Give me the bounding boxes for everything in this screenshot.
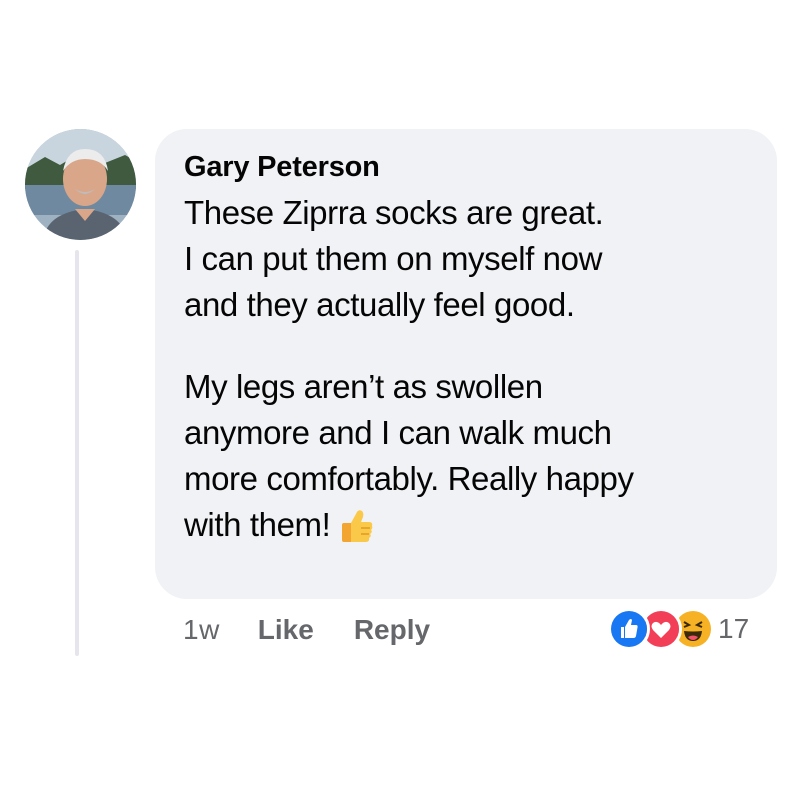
comment-bubble: Gary Peterson These Ziprra socks are gre…: [155, 129, 777, 599]
comment-paragraph-1: These Ziprra socks are great. I can put …: [184, 190, 749, 328]
comment-paragraph-2: My legs aren’t as swollen anymore and I …: [184, 364, 749, 556]
avatar[interactable]: [25, 129, 136, 240]
comment-actions: 1w Like Reply: [183, 610, 470, 650]
comment-line: with them!: [184, 502, 749, 556]
like-reaction-icon: [608, 608, 650, 650]
reaction-count: 17: [718, 613, 750, 644]
thumbs-up-icon: [340, 508, 374, 556]
comment-line: I can put them on myself now: [184, 240, 603, 277]
timestamp[interactable]: 1w: [183, 614, 220, 646]
comment-thread: Gary Peterson These Ziprra socks are gre…: [0, 0, 800, 800]
author-name[interactable]: Gary Peterson: [184, 149, 749, 185]
comment-line-text: with them!: [184, 506, 331, 543]
reply-button[interactable]: Reply: [354, 614, 430, 646]
comment-line: more comfortably. Really happy: [184, 460, 634, 497]
like-button[interactable]: Like: [258, 614, 314, 646]
thread-line: [75, 250, 79, 656]
comment-line: and they actually feel good.: [184, 286, 575, 323]
comment-line: anymore and I can walk much: [184, 414, 612, 451]
comment-line: These Ziprra socks are great.: [184, 194, 604, 231]
comment-line: My legs aren’t as swollen: [184, 368, 543, 405]
reactions-summary[interactable]: 17: [608, 608, 749, 650]
avatar-photo: [25, 129, 136, 240]
